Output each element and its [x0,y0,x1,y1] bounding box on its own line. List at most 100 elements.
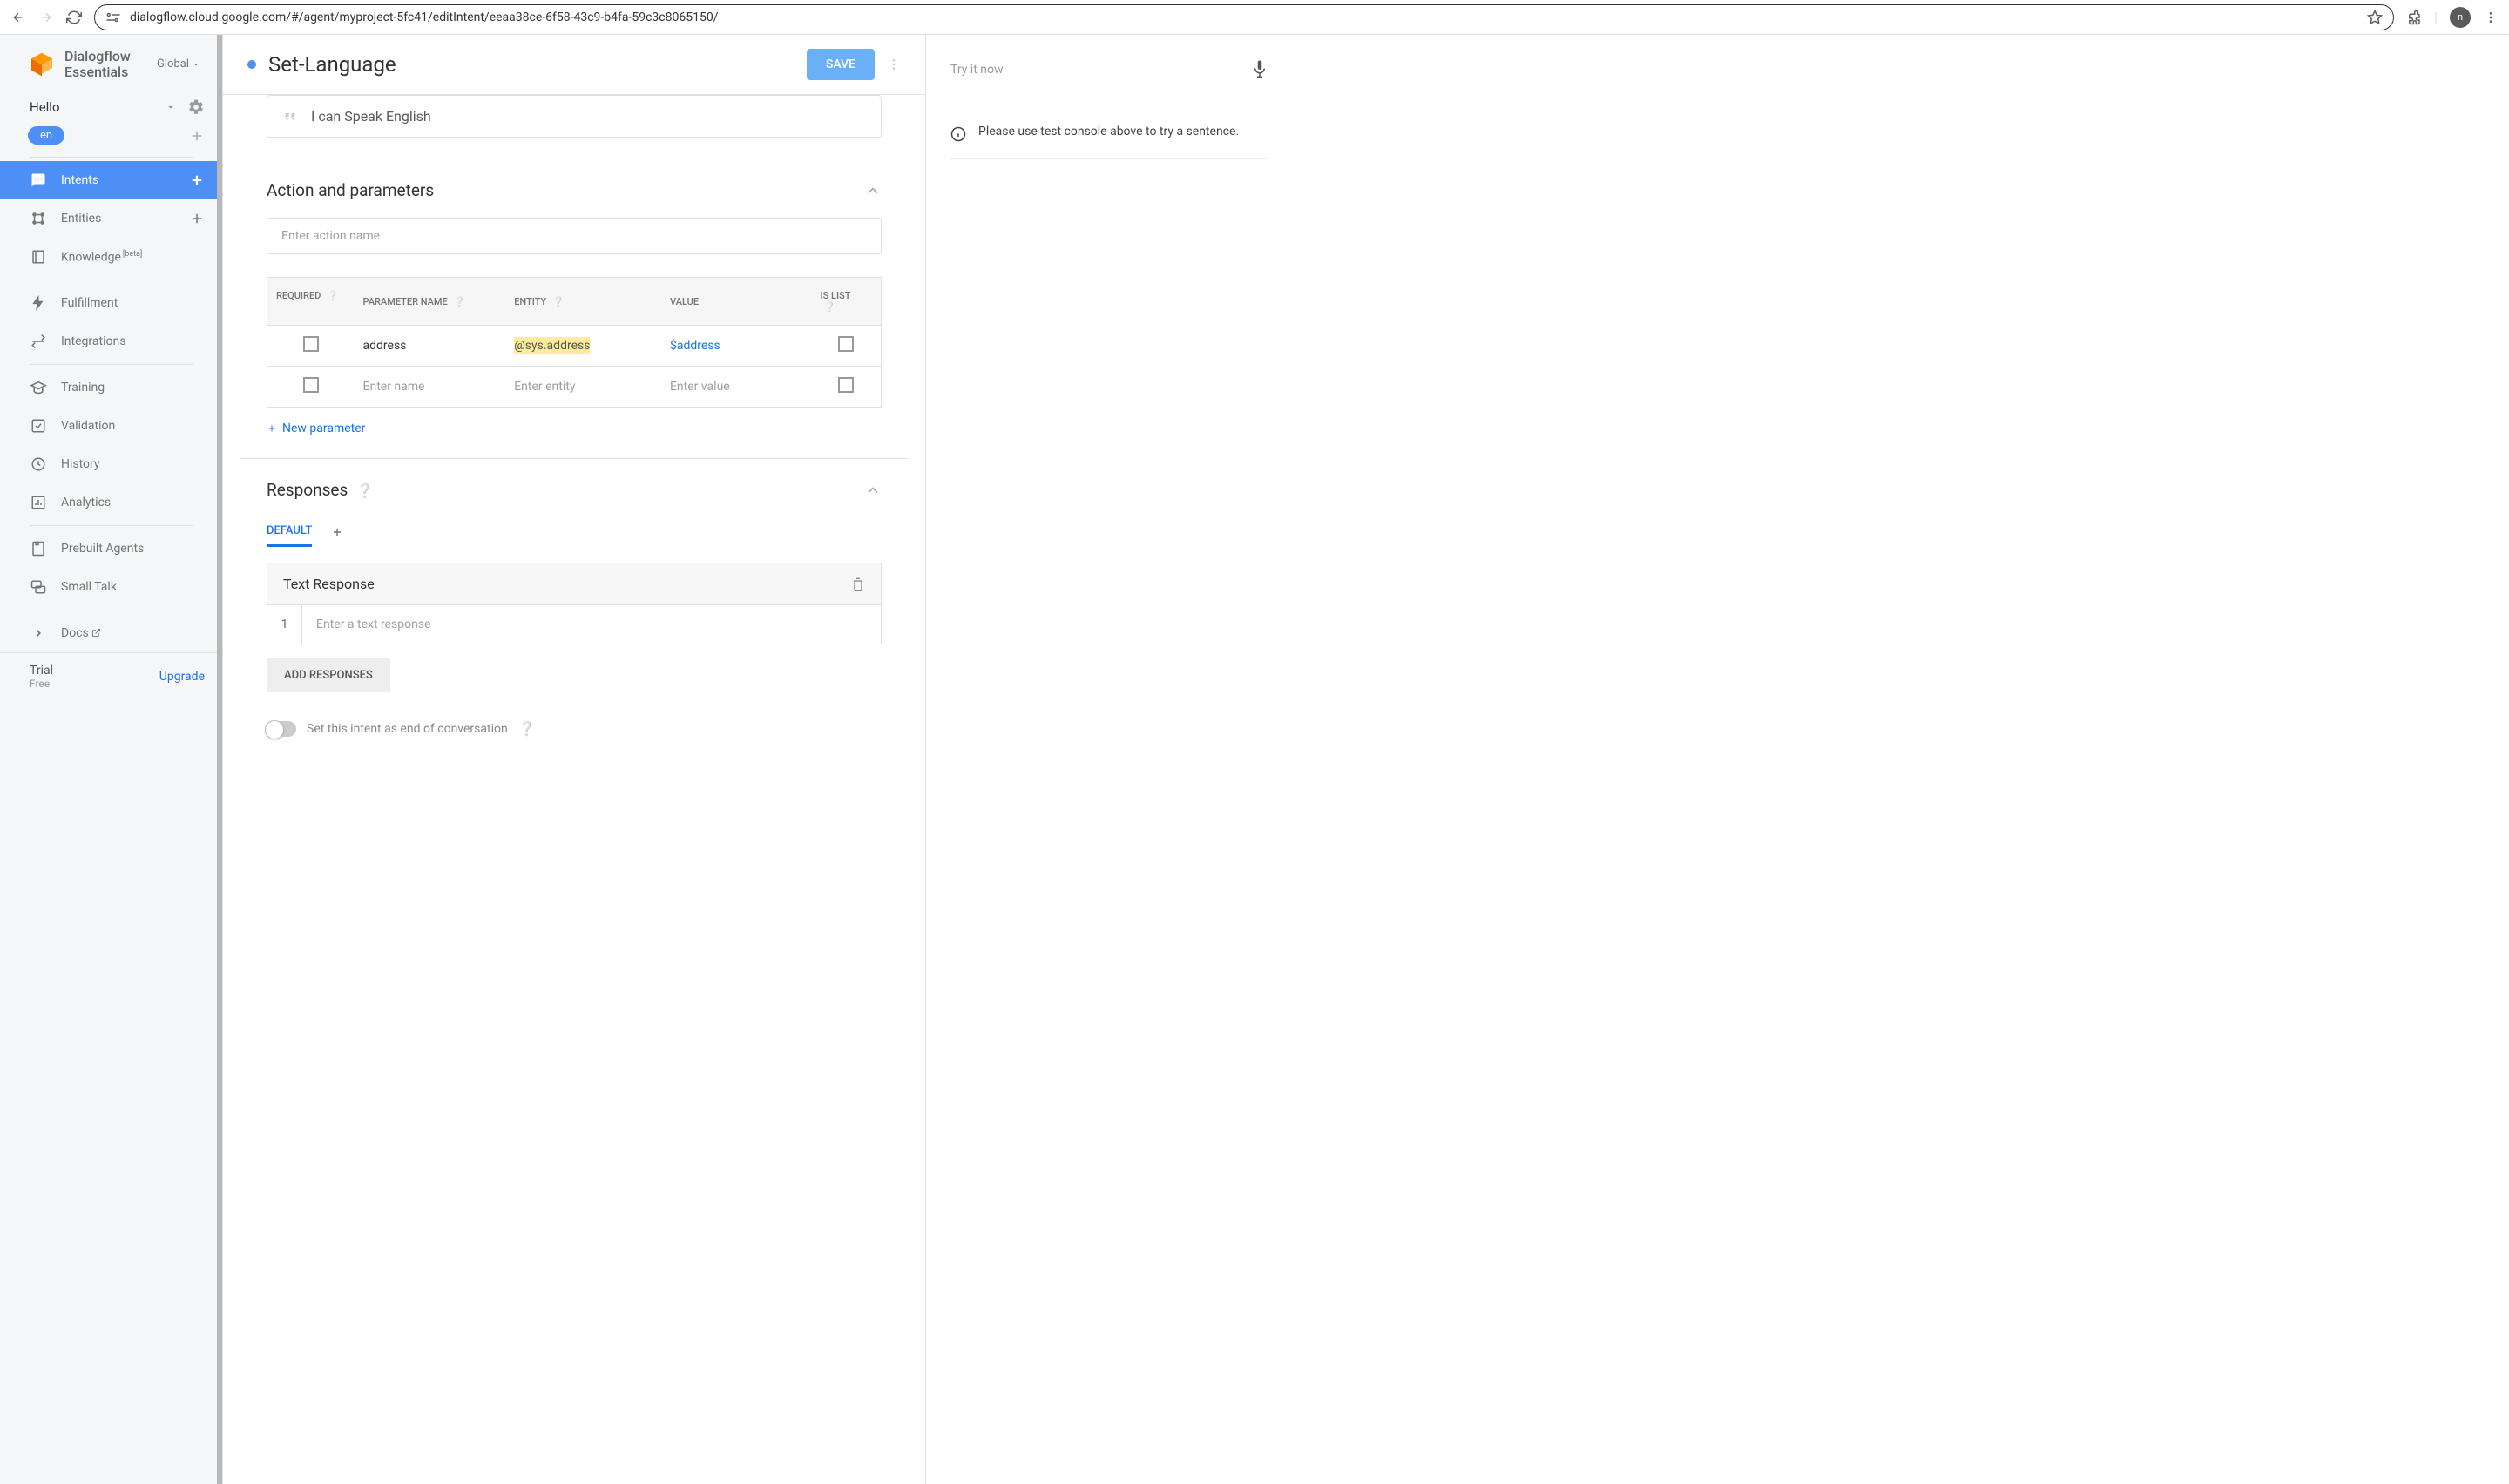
response-row-number: 1 [267,605,302,644]
section-title-action: Action and parameters [267,180,434,200]
sidebar-item-prebuilt[interactable]: Prebuilt Agents [0,530,222,568]
collapse-action-icon[interactable] [864,182,882,199]
upgrade-link[interactable]: Upgrade [159,670,205,684]
add-intent-button[interactable] [189,172,205,188]
address-bar[interactable]: dialogflow.cloud.google.com/#/agent/mypr… [94,4,2394,30]
help-icon[interactable]: ❔ [824,301,836,313]
sidebar-item-label: History [61,457,100,471]
agent-name: Hello [30,99,165,115]
fulfillment-icon [30,294,47,312]
save-button[interactable]: SAVE [807,49,875,80]
validation-icon [30,417,47,435]
sidebar-item-label: Fulfillment [61,296,118,310]
collapse-responses-icon[interactable] [864,482,882,499]
add-response-tab-button[interactable] [331,526,343,538]
islist-checkbox[interactable] [838,377,854,393]
profile-avatar[interactable]: n [2450,7,2471,28]
gear-icon[interactable] [187,98,205,116]
entities-icon [30,210,47,227]
help-icon[interactable]: ❔ [327,290,339,301]
sidebar-item-label: Intents [61,173,98,187]
sidebar: DialogflowEssentials Global Hello en Int… [0,35,223,1484]
action-name-input[interactable] [267,218,882,254]
agent-dropdown[interactable] [165,101,177,113]
param-name-cell[interactable]: address [355,326,506,367]
help-icon[interactable]: ❔ [518,720,536,737]
add-responses-button[interactable]: ADD RESPONSES [267,658,390,692]
sidebar-item-entities[interactable]: Entities [0,199,222,238]
sidebar-item-training[interactable]: Training [0,368,222,407]
training-phrase-text: I can Speak English [311,108,431,125]
end-of-conversation-toggle[interactable] [267,721,296,737]
sidebar-item-knowledge[interactable]: Knowledge[beta] [0,238,222,276]
col-param-name: PARAMETER NAME [363,296,448,307]
text-response-input[interactable] [302,605,881,644]
parameter-row: address @sys.address $address [267,326,882,367]
sidebar-item-smalltalk[interactable]: Small Talk [0,568,222,606]
sidebar-item-label: Integrations [61,334,125,348]
sidebar-item-label: Validation [61,419,115,433]
sidebar-item-label: Knowledge[beta] [61,250,142,265]
sidebar-item-integrations[interactable]: Integrations [0,322,222,361]
sidebar-item-label: Prebuilt Agents [61,542,144,556]
smalltalk-icon [30,578,47,596]
unsaved-indicator [247,60,256,69]
quote-icon [283,111,297,123]
main-content: Set-Language SAVE I can Speak English Ac… [223,35,926,1484]
site-controls-icon[interactable] [105,11,121,24]
new-parameter-button[interactable]: New parameter [267,422,365,435]
sidebar-item-validation[interactable]: Validation [0,407,222,445]
param-entity-input[interactable] [514,380,653,394]
help-icon[interactable]: ❔ [356,482,374,499]
text-response-card: Text Response 1 [267,563,882,644]
training-phrase-row[interactable]: I can Speak English [267,95,882,138]
microphone-icon[interactable] [1252,59,1268,80]
islist-checkbox[interactable] [838,336,854,352]
required-checkbox[interactable] [303,336,319,352]
help-icon[interactable]: ❔ [552,296,565,307]
extensions-icon[interactable] [2406,10,2422,25]
language-pill[interactable]: en [28,126,64,145]
region-selector[interactable]: Global [157,57,201,71]
parameters-table: REQUIRED ❔ PARAMETER NAME ❔ ENTITY ❔ VAL… [267,277,882,408]
test-console-info: Please use test console above to try a s… [978,125,1239,138]
try-it-input[interactable]: Try it now [950,63,1004,77]
more-options-button[interactable] [887,57,901,71]
add-language-button[interactable] [189,128,205,144]
delete-response-icon[interactable] [851,577,865,592]
sidebar-item-analytics[interactable]: Analytics [0,483,222,522]
required-checkbox[interactable] [303,377,319,393]
response-tab-default[interactable]: DEFAULT [267,517,312,547]
intent-icon [30,172,47,189]
history-icon [30,455,47,473]
back-button[interactable] [10,10,26,25]
chevron-right-icon [30,624,47,642]
intent-title[interactable]: Set-Language [268,52,795,77]
reload-button[interactable] [66,10,82,25]
forward-button[interactable] [38,10,54,25]
sidebar-item-label: Analytics [61,496,111,509]
browser-menu-button[interactable] [2483,10,2499,25]
analytics-icon [30,494,47,511]
browser-toolbar: dialogflow.cloud.google.com/#/agent/mypr… [0,0,2509,35]
sidebar-item-label: Training [61,381,105,395]
plan-sublabel: Free [30,678,53,690]
sidebar-item-docs[interactable]: Docs [0,614,222,652]
end-of-conversation-label: Set this intent as end of conversation [307,722,508,736]
param-value-cell[interactable]: $address [661,326,812,367]
sidebar-item-history[interactable]: History [0,445,222,483]
section-title-responses: Responses ❔ [267,480,374,500]
knowledge-icon [30,248,47,266]
param-value-input[interactable] [670,380,803,394]
param-entity-cell[interactable]: @sys.address [514,337,590,354]
help-icon[interactable]: ❔ [454,296,466,307]
col-islist: IS LIST [821,290,851,301]
sidebar-item-intents[interactable]: Intents [0,161,222,199]
logo-text: DialogflowEssentials [64,49,131,79]
response-card-title: Text Response [283,576,375,592]
param-name-input[interactable] [363,380,497,394]
dialogflow-logo-icon [28,51,56,78]
star-icon[interactable] [2367,10,2383,25]
sidebar-item-fulfillment[interactable]: Fulfillment [0,284,222,322]
add-entity-button[interactable] [189,211,205,226]
